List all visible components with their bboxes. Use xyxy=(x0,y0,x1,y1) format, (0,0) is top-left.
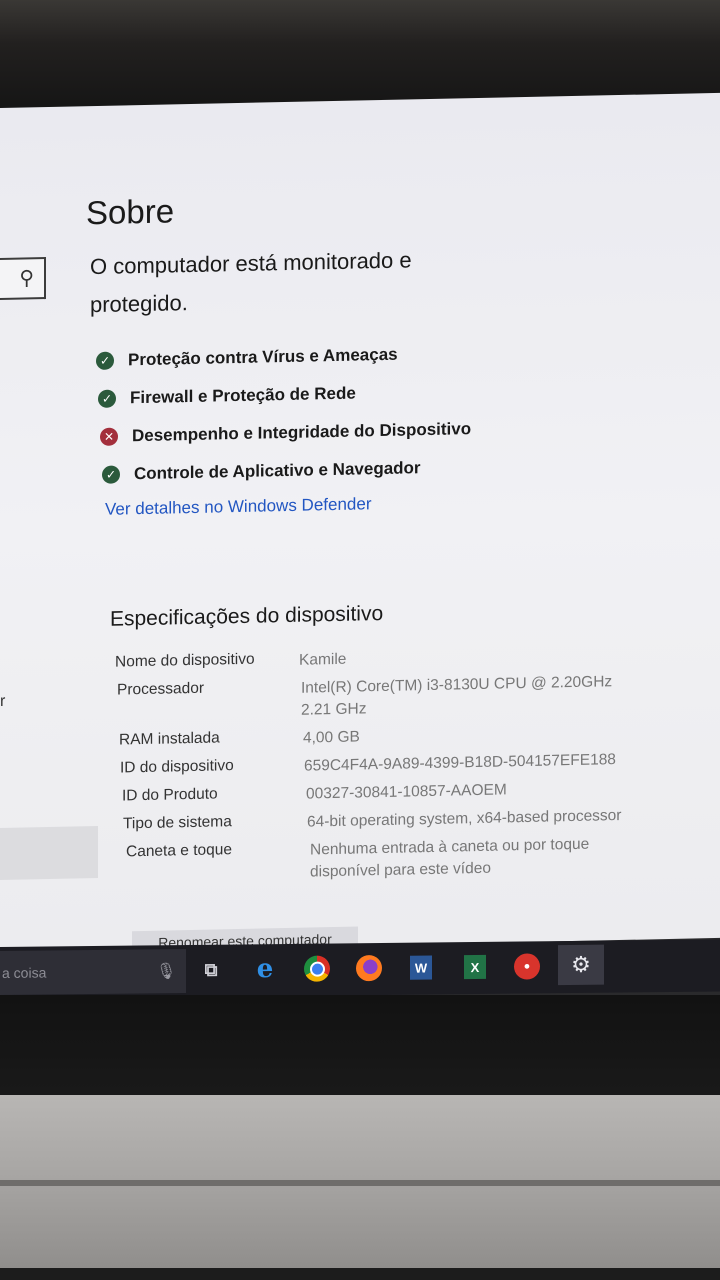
spec-value: Kamile xyxy=(299,650,347,669)
specs-heading: Especificações do dispositivo xyxy=(110,601,384,631)
edge-icon[interactable]: e xyxy=(248,952,282,986)
protection-item-label: Firewall e Proteção de Rede xyxy=(130,383,356,408)
settings-window: ⚲ r Sobre O computador está monitorado e… xyxy=(0,92,720,956)
spec-value: 00327-30841-10857-AAOEM xyxy=(306,781,507,803)
page-title: Sobre xyxy=(86,192,175,232)
spec-label: Caneta e toque xyxy=(126,841,233,861)
spec-value: Intel(R) Core(TM) i3-8130U CPU @ 2.20GHz… xyxy=(301,673,613,719)
search-box[interactable]: ⚲ xyxy=(0,257,46,300)
spec-value: Nenhuma entrada à caneta ou por toque di… xyxy=(310,835,590,881)
sidebar-partial-text: r xyxy=(0,692,6,710)
check-icon: ✓ xyxy=(102,465,120,484)
settings-icon[interactable]: ⚙ xyxy=(558,944,604,986)
spec-row: ID do dispositivo 659C4F4A-9A89-4399-B18… xyxy=(120,749,635,782)
keyboard-edge xyxy=(0,1268,720,1280)
spec-label: Processador xyxy=(117,679,205,699)
taskbar-search-box[interactable]: a coisa 🎙 xyxy=(0,949,186,995)
protection-list: ✓ Proteção contra Vírus e Ameaças ✓ Fire… xyxy=(96,334,471,494)
monitor-bezel-bottom xyxy=(0,995,720,1105)
task-view-icon[interactable]: ⧉ xyxy=(194,953,228,987)
spec-row: Caneta e toque Nenhuma entrada à caneta … xyxy=(126,833,635,888)
error-icon: ✕ xyxy=(100,427,118,446)
laptop-hinge xyxy=(0,1180,720,1186)
spec-row: RAM instalada 4,00 GB xyxy=(119,721,635,754)
search-icon[interactable]: ⚲ xyxy=(19,265,34,290)
protection-item-label: Desempenho e Integridade do Dispositivo xyxy=(132,419,472,446)
monitor-bezel-top xyxy=(0,0,720,110)
microphone-icon[interactable]: 🎙 xyxy=(156,961,176,981)
spec-value: 659C4F4A-9A89-4399-B18D-504157EFE188 xyxy=(304,751,616,775)
spec-row: Tipo de sistema 64-bit operating system,… xyxy=(123,805,635,838)
spec-row: Nome do dispositivo Kamile xyxy=(115,643,635,676)
spec-row: ID do Produto 00327-30841-10857-AAOEM xyxy=(122,777,635,810)
spec-value: 4,00 GB xyxy=(303,728,360,747)
protection-status-text: O computador está monitorado e protegido… xyxy=(90,247,412,318)
taskbar: a coisa 🎙 ⧉ e W X ● ⚙ xyxy=(0,939,720,999)
taskbar-search-placeholder: a coisa xyxy=(2,964,47,981)
firefox-icon[interactable] xyxy=(352,951,386,985)
protection-item-label: Proteção contra Vírus e Ameaças xyxy=(128,344,398,370)
sidebar-selected-item[interactable] xyxy=(0,825,98,880)
spec-label: Nome do dispositivo xyxy=(115,650,255,671)
windows-defender-link[interactable]: Ver detalhes no Windows Defender xyxy=(105,494,372,520)
word-icon[interactable]: W xyxy=(404,950,438,984)
excel-icon[interactable]: X xyxy=(458,950,492,984)
app-icon[interactable]: ● xyxy=(510,949,544,983)
spec-value: 64-bit operating system, x64-based proce… xyxy=(307,806,622,831)
spec-label: ID do Produto xyxy=(122,785,218,805)
protection-item: ✓ Controle de Aplicativo e Navegador xyxy=(102,448,471,494)
spec-label: ID do dispositivo xyxy=(120,757,234,777)
spec-label: Tipo de sistema xyxy=(123,813,232,833)
spec-label: RAM instalada xyxy=(119,729,220,749)
laptop-body xyxy=(0,1095,720,1280)
specs-table: Nome do dispositivo Kamile Processador I… xyxy=(115,643,635,894)
protection-item-label: Controle de Aplicativo e Navegador xyxy=(134,458,421,484)
spec-row: Processador Intel(R) Core(TM) i3-8130U C… xyxy=(117,671,635,726)
check-icon: ✓ xyxy=(98,389,116,408)
chrome-icon[interactable] xyxy=(300,952,334,986)
check-icon: ✓ xyxy=(96,351,114,370)
